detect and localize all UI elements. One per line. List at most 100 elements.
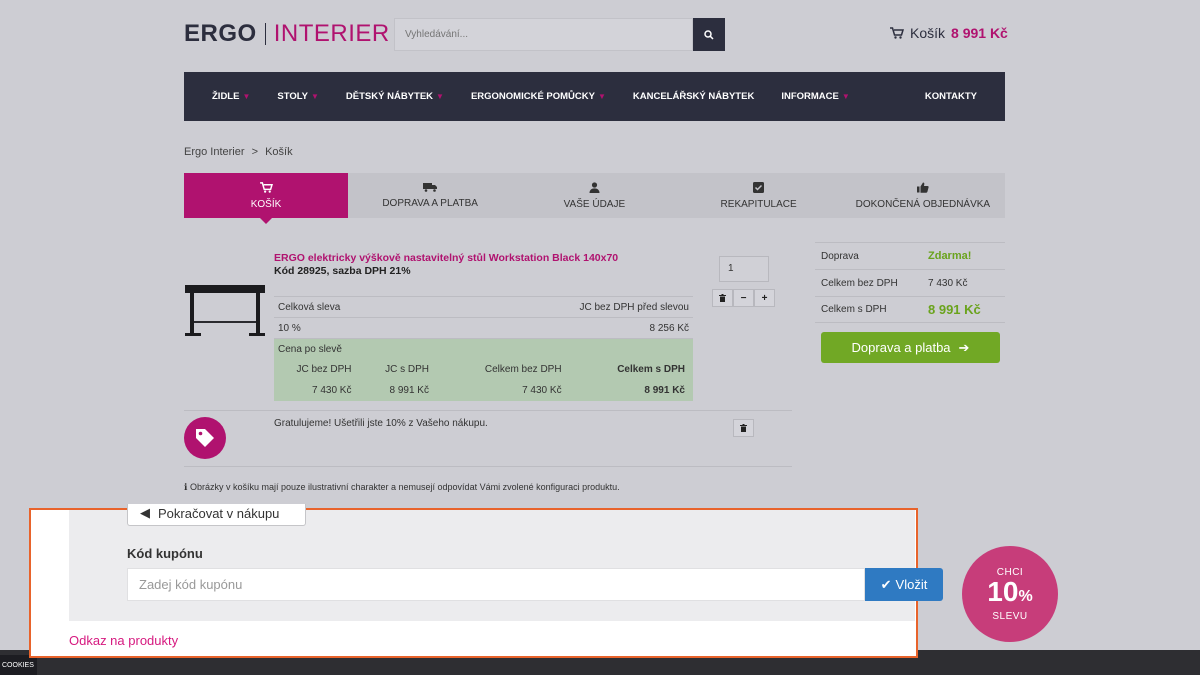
trash-icon (719, 294, 726, 302)
val-unit-excl: 7 430 Kč (312, 385, 352, 396)
nav-label: DĚTSKÝ NÁBYTEK (345, 91, 434, 102)
price-before-label: JC bez DPH před slevou (579, 301, 690, 313)
divider (184, 466, 792, 467)
discount-table: Celková sleva JC bez DPH před slevou 10 … (274, 296, 693, 401)
step-summary[interactable]: REKAPITULACE (677, 173, 841, 218)
after-discount-title-row: Cena po slevě (274, 338, 693, 359)
promo-number: 10 (987, 575, 1019, 607)
chevron-down-icon: ▼ (597, 92, 606, 101)
delete-item-button[interactable] (712, 289, 733, 307)
discount-value: 10 % (278, 322, 301, 334)
thumbs-up-icon (916, 182, 929, 193)
nav-label: ERGONOMICKÉ POMŮCKY (470, 91, 595, 102)
summary-shipping-row: Doprava Zdarma! (815, 242, 1005, 269)
promo-line-3: SLEVU (992, 610, 1028, 622)
decrease-quantity-button[interactable]: − (733, 289, 754, 307)
breadcrumb: Ergo Interier > Košík (184, 146, 293, 158)
logo-separator (264, 23, 266, 45)
discount-promo-badge[interactable]: CHCI 10% SLEVU (962, 546, 1058, 642)
promo-line-2: 10% (987, 575, 1033, 611)
col-total-incl: Celkem s DPH (617, 364, 685, 375)
cookies-button[interactable]: COOKIES (0, 655, 37, 675)
step-label: KOŠÍK (250, 198, 282, 210)
chevron-down-icon: ▼ (436, 92, 444, 101)
cart-label: Košík (910, 25, 946, 41)
checkout-steps: KOŠÍK DOPRAVA A PLATBA VAŠE ÚDAJE REKAPI… (184, 173, 1005, 224)
breadcrumb-separator: > (251, 146, 259, 158)
product-image[interactable] (184, 283, 266, 339)
step-label: VAŠE ÚDAJE (563, 198, 626, 210)
increase-quantity-button[interactable]: + (754, 289, 775, 307)
search-button[interactable] (693, 18, 725, 51)
nav-item-ergonomicke-pomucky[interactable]: ERGONOMICKÉ POMŮCKY ▼ (471, 91, 606, 102)
search-input[interactable] (394, 18, 693, 51)
after-discount-block: Cena po slevě JC bez DPH JC s DPH Celkem… (274, 338, 693, 401)
step-details[interactable]: VAŠE ÚDAJE (512, 173, 676, 218)
total-incl-value: 8 991 Kč (928, 302, 981, 317)
nav-label: KANCELÁŘSKÝ NÁBYTEK (632, 91, 755, 102)
image-note-text: Obrázky v košíku mají pouze ilustrativní… (189, 482, 620, 492)
summary-total-excl-row: Celkem bez DPH 7 430 Kč (815, 269, 1005, 296)
apply-coupon-button[interactable]: ✔ Vložit (865, 568, 943, 601)
nav-label: ŽIDLE (212, 91, 240, 102)
col-unit-incl: JC s DPH (385, 364, 429, 375)
continue-to-shipping-button[interactable]: Doprava a platba ➔ (821, 332, 1000, 363)
search-bar (394, 18, 725, 51)
nav-item-informace[interactable]: INFORMACE ▼ (781, 91, 849, 102)
product-title[interactable]: ERGO elektricky výškově nastavitelný stů… (274, 252, 618, 264)
nav-item-zidle[interactable]: ŽIDLE ▼ (212, 91, 250, 102)
apply-coupon-label: Vložit (895, 577, 928, 592)
nav-item-stoly[interactable]: STOLY ▼ (277, 91, 319, 102)
val-unit-incl: 8 991 Kč (389, 385, 429, 396)
discount-label: Celková sleva (278, 301, 341, 313)
chevron-down-icon: ▼ (242, 92, 251, 101)
cart-link[interactable]: Košík 8 991 Kč (890, 25, 1008, 41)
trash-icon (740, 424, 747, 432)
summary-total-incl-row: Celkem s DPH 8 991 Kč (815, 296, 1005, 323)
nav-label: KONTAKTY (924, 91, 977, 102)
step-label: DOKONČENÁ OBJEDNÁVKA (855, 198, 991, 210)
products-link[interactable]: Odkaz na produkty (69, 633, 178, 648)
continue-shopping-button[interactable]: ◀ Pokračovat v nákupu (127, 504, 306, 526)
discount-value-row: 10 % 8 256 Kč (274, 317, 693, 338)
total-excl-value: 7 430 Kč (928, 277, 968, 289)
arrow-left-icon: ◀ (140, 505, 150, 520)
order-summary: Doprava Zdarma! Celkem bez DPH 7 430 Kč … (815, 242, 1005, 323)
after-discount-value-row: 7 430 Kč 8 991 Kč 7 430 Kč 8 991 Kč (274, 380, 693, 401)
nav-item-detsky-nabytek[interactable]: DĚTSKÝ NÁBYTEK ▼ (346, 91, 444, 102)
main-nav: ŽIDLE ▼ STOLY ▼ DĚTSKÝ NÁBYTEK ▼ ERGONOMICK… (184, 72, 1005, 121)
discount-header-row: Celková sleva JC bez DPH před slevou (274, 296, 693, 317)
total-excl-label: Celkem bez DPH (821, 277, 898, 289)
shipping-label: Doprava (821, 250, 859, 262)
step-label: REKAPITULACE (720, 198, 797, 210)
coupon-code-label: Kód kupónu (127, 546, 203, 561)
logo-interier: INTERIER (273, 20, 390, 47)
coupon-code-input[interactable]: Zadej kód kupónu (127, 568, 865, 601)
breadcrumb-home[interactable]: Ergo Interier (184, 146, 245, 158)
info-icon: ℹ (184, 482, 188, 492)
coupon-panel-highlight: ◀ Pokračovat v nákupu Kód kupónu Zadej k… (29, 504, 943, 658)
logo-ergo: ERGO (184, 20, 257, 47)
nav-label: INFORMACE (781, 91, 839, 102)
after-discount-header-row: JC bez DPH JC s DPH Celkem bez DPH Celke… (274, 359, 693, 380)
promo-percent: % (1018, 587, 1033, 605)
remove-coupon-button[interactable] (733, 419, 754, 437)
step-shipping[interactable]: DOPRAVA A PLATBA (348, 173, 512, 218)
tag-icon (184, 417, 226, 459)
image-note: ℹ Obrázky v košíku mají pouze ilustrativ… (184, 482, 620, 493)
nav-item-kancelarsky-nabytek[interactable]: KANCELÁŘSKÝ NÁBYTEK (633, 91, 754, 102)
val-total-incl: 8 991 Kč (644, 385, 685, 396)
nav-item-kontakty[interactable]: KONTAKTY (925, 91, 977, 102)
checkbox-icon (753, 181, 765, 193)
step-label: DOPRAVA A PLATBA (382, 198, 478, 209)
quantity-input[interactable]: 1 (719, 256, 769, 282)
quantity-controls: − + (712, 289, 775, 307)
chevron-down-icon: ▼ (841, 92, 850, 101)
cart-icon (890, 27, 904, 39)
step-completed[interactable]: DOKONČENÁ OBJEDNÁVKA (841, 173, 1005, 218)
cart-amount: 8 991 Kč (951, 25, 1008, 41)
val-total-excl: 7 430 Kč (522, 385, 562, 396)
step-cart[interactable]: KOŠÍK (184, 173, 348, 224)
logo[interactable]: ERGO INTERIER (184, 20, 390, 48)
product-code: Kód 28925, sazba DPH 21% (274, 265, 411, 277)
